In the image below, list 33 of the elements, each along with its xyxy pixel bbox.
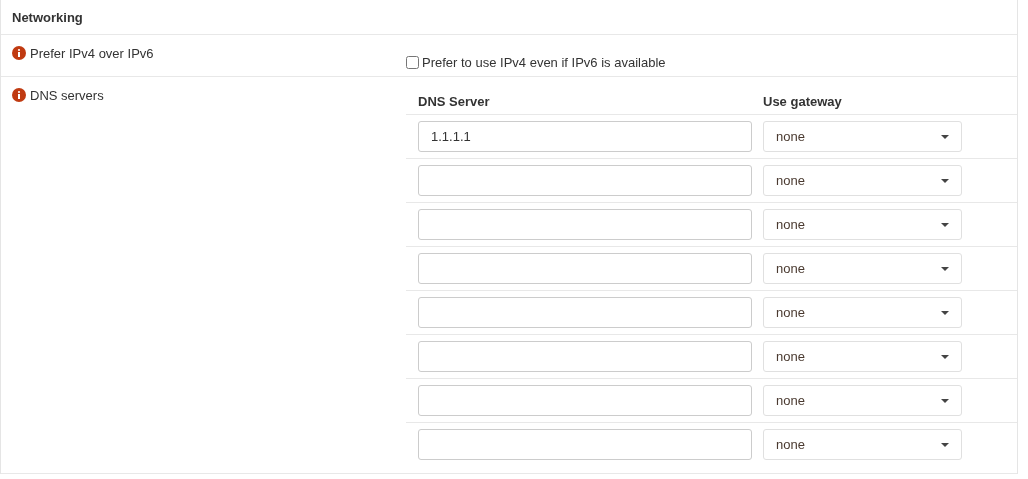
field-label: DNS servers: [30, 88, 104, 103]
gateway-dropdown[interactable]: none: [763, 429, 962, 460]
caret-icon: [941, 310, 949, 315]
info-icon[interactable]: [12, 88, 26, 102]
column-header: DNS Server: [417, 94, 491, 109]
field-label: Prefer IPv4 over IPv6: [30, 46, 154, 61]
caret-icon: [941, 354, 949, 359]
checkbox-label[interactable]: Prefer to use IPv4 even if IPv6 is available: [422, 54, 666, 70]
dns-server-field[interactable]: [418, 253, 752, 284]
gateway-dropdown[interactable]: none: [763, 253, 962, 284]
dns-server-field[interactable]: [418, 341, 752, 372]
caret-icon: [941, 178, 949, 183]
dns-server-field[interactable]: [418, 385, 752, 416]
column-header: Use gateway: [762, 94, 842, 109]
gateway-dropdown[interactable]: none: [763, 341, 962, 372]
dns-server-field[interactable]: [418, 165, 752, 196]
dns-server-field[interactable]: [418, 209, 752, 240]
dns-server-field[interactable]: [418, 297, 752, 328]
gateway-dropdown[interactable]: none: [763, 165, 962, 196]
dns-server-field[interactable]: [418, 429, 752, 460]
caret-icon: [941, 398, 949, 403]
caret-icon: [941, 222, 949, 227]
gateway-dropdown[interactable]: none: [763, 297, 962, 328]
caret-icon: [941, 266, 949, 271]
checkbox[interactable]: [406, 55, 419, 69]
info-icon[interactable]: [12, 46, 26, 60]
section-title: Networking: [12, 10, 83, 25]
gateway-dropdown[interactable]: none: [763, 121, 962, 152]
caret-icon: [941, 134, 949, 139]
caret-icon: [941, 442, 949, 447]
gateway-dropdown[interactable]: none: [763, 209, 962, 240]
gateway-dropdown[interactable]: none: [763, 385, 962, 416]
dns-server-field[interactable]: 1.1.1.1: [418, 121, 752, 152]
